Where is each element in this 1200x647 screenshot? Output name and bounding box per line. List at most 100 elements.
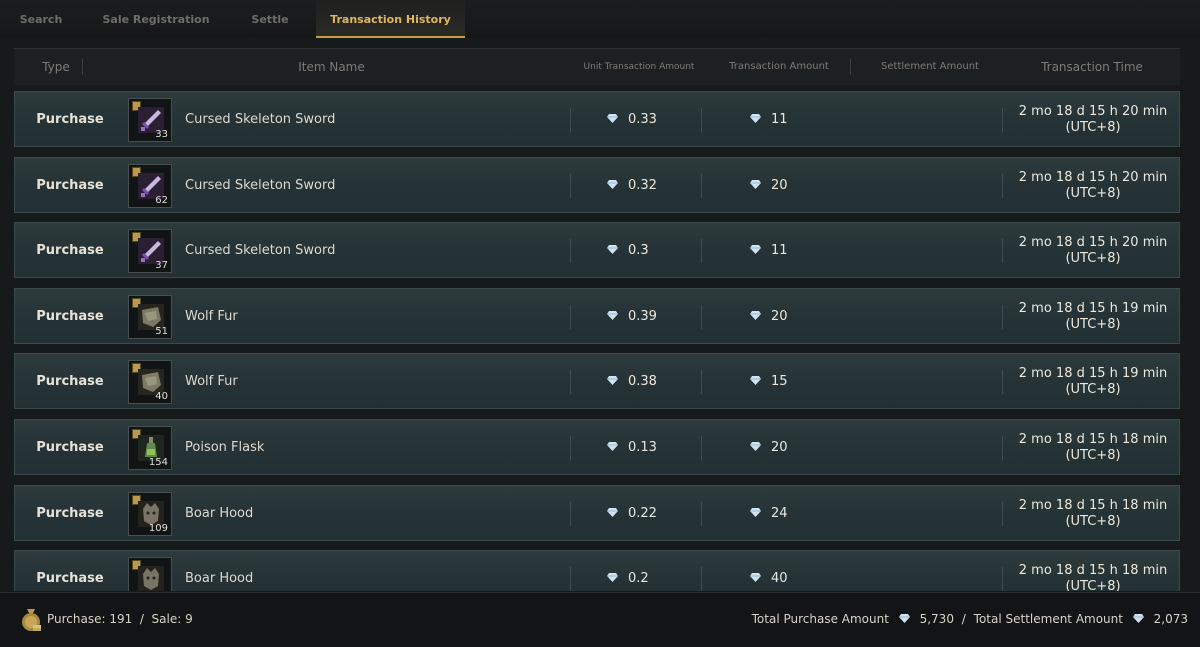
gem-icon [750,179,761,189]
col-transaction-time: Transaction Time [1041,60,1143,74]
unit-transaction-amount: 0.32 [607,158,657,214]
gem-icon [607,179,618,189]
row-divider [1002,239,1003,264]
transaction-type: Purchase [36,374,104,390]
table-header: Type Item Name Unit Transaction Amount T… [14,48,1180,85]
col-transaction-amount: Transaction Amount [729,61,829,72]
item-name: Cursed Skeleton Sword [185,177,336,193]
unit-amount-value: 0.33 [628,112,657,127]
transaction-type: Purchase [36,571,104,587]
unit-transaction-amount: 0.3 [607,223,649,279]
table-row[interactable]: Purchase 51 Wolf Fur 0.39 20 2 mo 18 d 15 h 1… [14,287,1180,345]
row-divider [1002,370,1003,395]
row-divider [701,173,702,198]
row-divider [570,501,571,526]
row-divider [701,304,702,329]
transaction-amount-value: 20 [771,440,788,455]
transaction-list[interactable]: Purchase 33 Cursed Skeleton Sword 0.33 11 2 m… [14,91,1180,591]
unit-transaction-amount: 0.33 [607,92,657,148]
item-slot[interactable]: 40 [128,360,172,405]
item-name: Wolf Fur [185,374,238,390]
transaction-type: Purchase [36,112,104,127]
unit-amount-value: 0.22 [628,505,657,521]
total-settlement-label: Total Settlement Amount [973,612,1123,626]
totals: Total Purchase Amount 5,730 / Total Sett… [752,612,1188,626]
row-divider [701,567,702,591]
gem-icon [607,573,618,583]
unit-transaction-amount: 0.22 [607,486,657,542]
item-name: Cursed Skeleton Sword [185,112,336,127]
transaction-time: 2 mo 18 d 15 h 20 min (UTC+8) [1018,104,1168,135]
transaction-amount-value: 40 [771,571,788,587]
item-slot[interactable] [128,557,172,591]
transaction-amount-value: 15 [771,374,788,390]
gem-icon [607,442,618,451]
table-row[interactable]: Purchase 40 Wolf Fur 0.38 15 2 mo 18 d 15 h 1… [14,353,1180,410]
transaction-time: 2 mo 18 d 15 h 20 min (UTC+8) [1018,235,1168,267]
item-slot[interactable]: 154 [128,426,172,470]
table-row[interactable]: Purchase 33 Cursed Skeleton Sword 0.33 11 2 m… [14,91,1180,147]
item-quantity: 62 [155,194,168,206]
unit-transaction-amount: 0.2 [607,551,649,591]
transaction-amount-value: 11 [771,112,788,127]
total-settlement-value: 2,073 [1153,612,1188,626]
gem-icon [607,114,618,123]
transaction-amount: 11 [750,92,788,148]
transaction-amount-value: 11 [771,243,788,259]
transaction-amount: 20 [750,158,788,214]
table-row[interactable]: Purchase 154 Poison Flask 0.13 20 2 mo 18 d 1… [14,419,1180,475]
row-divider [1002,436,1003,460]
gem-icon [750,310,761,320]
transaction-amount-value: 20 [771,308,788,324]
transaction-amount-value: 20 [771,177,788,193]
tab-bar: Search Sale Registration Settle Transact… [0,0,1200,38]
summary-footer: Purchase: 191 / Sale: 9 Total Purchase A… [0,592,1200,647]
tab-search[interactable]: Search [6,0,76,36]
item-name: Wolf Fur [185,308,238,324]
col-type: Type [42,60,70,74]
money-bag-icon [22,609,41,631]
transaction-time: 2 mo 18 d 15 h 19 min (UTC+8) [1018,366,1168,398]
unit-amount-value: 0.3 [628,243,649,259]
gem-icon [750,376,761,386]
row-divider [701,370,702,395]
table-row[interactable]: Purchase 37 Cursed Skeleton Sword 0.3 11 2 mo… [14,222,1180,279]
item-quantity: 33 [155,129,168,140]
item-slot[interactable]: 51 [128,294,172,339]
item-quantity: 37 [155,260,168,272]
unit-amount-value: 0.2 [628,571,649,587]
unit-transaction-amount: 0.13 [607,420,657,476]
transaction-type: Purchase [36,308,104,324]
transaction-amount: 20 [750,289,788,345]
unit-amount-value: 0.38 [628,374,657,390]
transaction-amount: 40 [750,551,788,591]
row-divider [570,304,571,329]
gem-icon [750,507,761,517]
item-slot[interactable]: 37 [128,229,172,274]
item-name: Cursed Skeleton Sword [185,243,336,259]
item-slot[interactable]: 33 [128,98,172,142]
item-slot[interactable]: 109 [128,491,172,536]
row-divider [701,108,702,132]
gem-icon [607,310,618,320]
row-divider [1002,108,1003,132]
item-name: Poison Flask [185,440,265,455]
item-quantity: 51 [155,325,168,337]
table-row[interactable]: Purchase Boar Hood 0.2 40 2 mo 18 d 15 h 18 … [14,550,1180,591]
tab-transaction-history[interactable]: Transaction History [316,0,465,38]
table-row[interactable]: Purchase 109 Boar Hood 0.22 24 2 mo 18 d 15 h… [14,484,1180,542]
tab-sale-registration[interactable]: Sale Registration [92,0,220,36]
item-slot[interactable]: 62 [128,163,172,208]
col-item-name: Item Name [298,60,365,74]
row-divider [1002,173,1003,198]
gem-icon [750,114,761,123]
transaction-type: Purchase [36,440,104,455]
row-divider [570,436,571,460]
transaction-type: Purchase [36,243,104,259]
unit-transaction-amount: 0.38 [607,354,657,410]
row-divider [701,436,702,460]
tab-settle[interactable]: Settle [236,0,304,36]
table-row[interactable]: Purchase 62 Cursed Skeleton Sword 0.32 20 2 m… [14,156,1180,214]
unit-amount-value: 0.32 [628,177,657,193]
row-divider [570,370,571,395]
